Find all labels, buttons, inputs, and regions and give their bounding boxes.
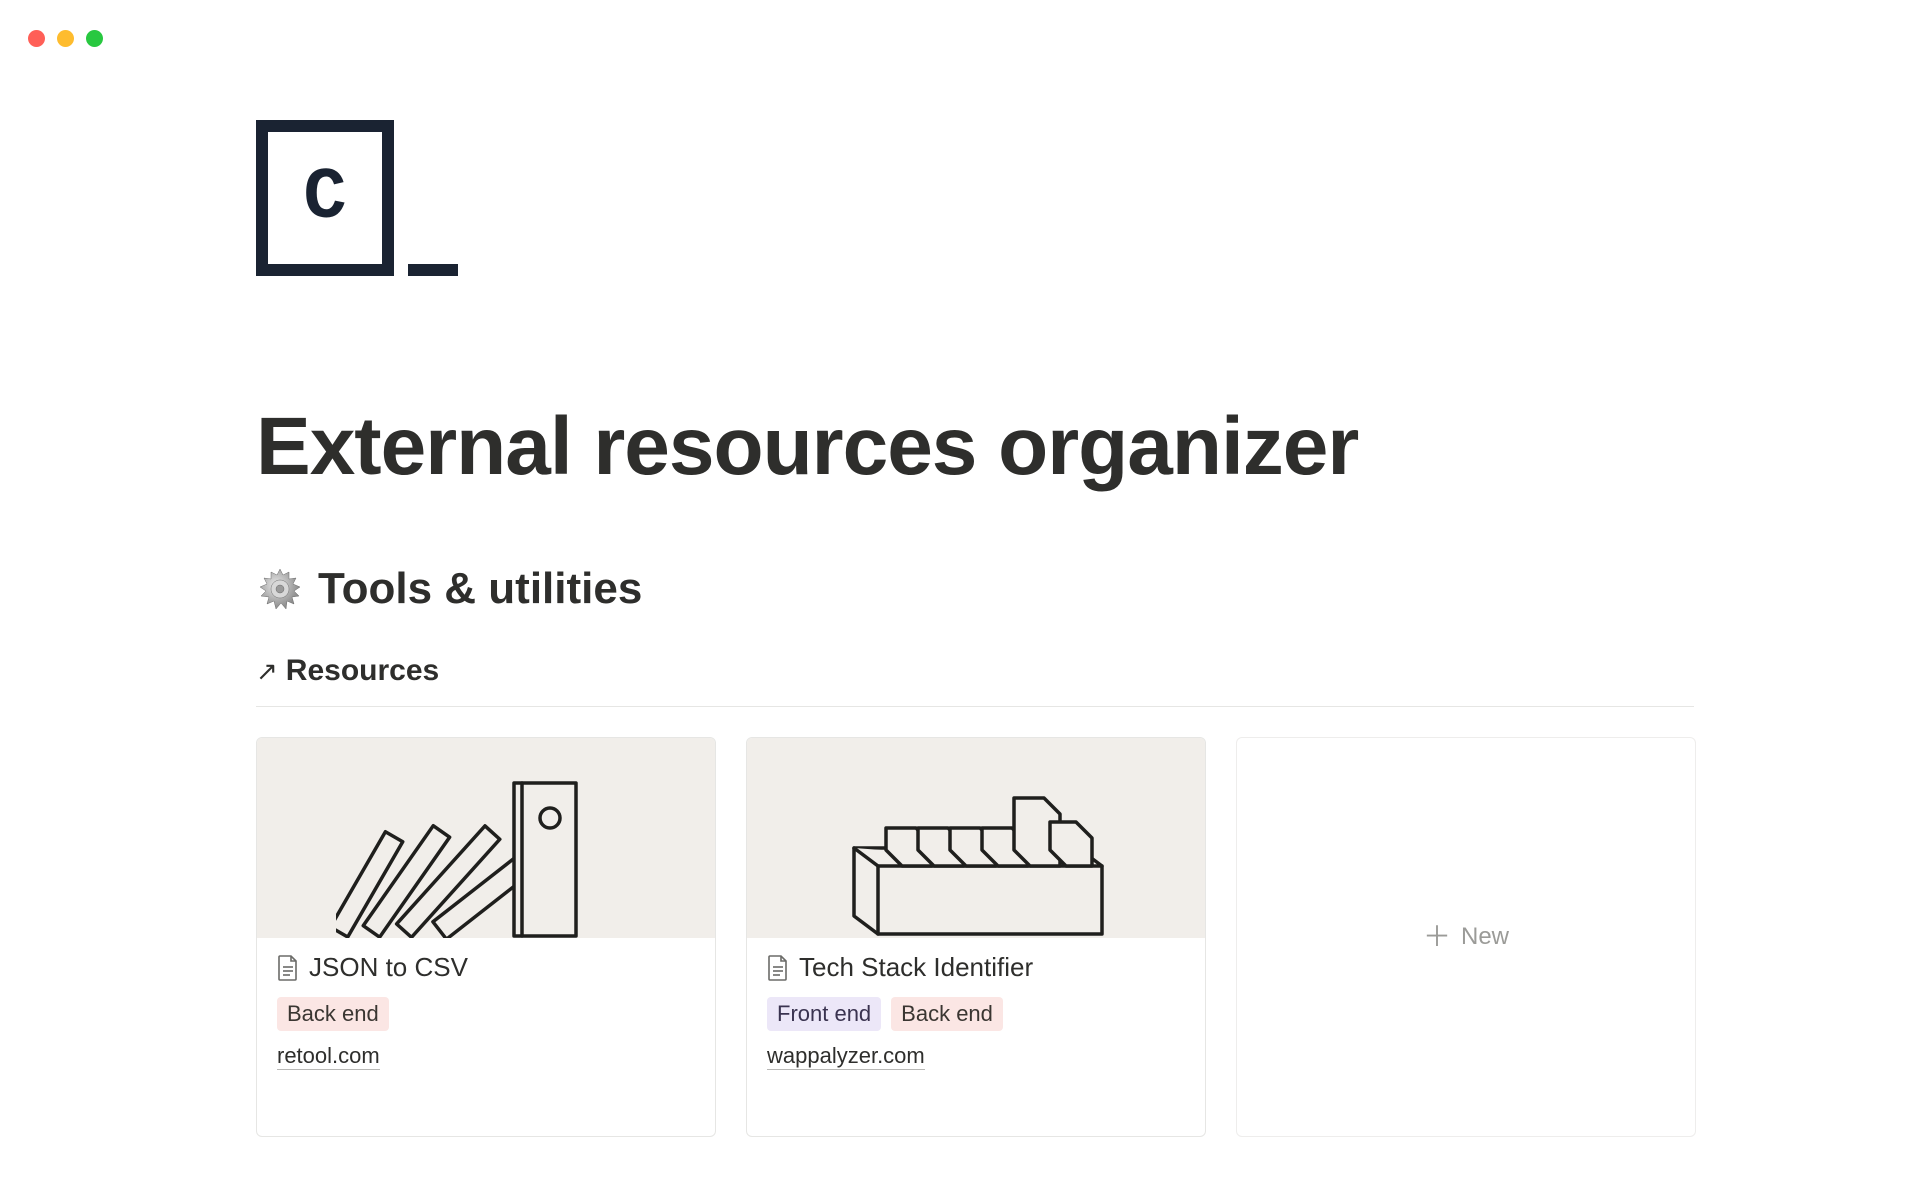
card-tags: Front end Back end <box>767 997 1185 1031</box>
document-icon <box>277 955 299 981</box>
card-cover-image <box>257 738 715 938</box>
page-logo: C <box>256 120 456 280</box>
page-title: External resources organizer <box>256 400 1696 494</box>
new-card-label: New <box>1461 923 1509 951</box>
card-title: Tech Stack Identifier <box>799 952 1033 983</box>
card-tags: Back end <box>277 997 695 1031</box>
fullscreen-window-button[interactable] <box>86 30 103 47</box>
divider <box>256 706 1694 707</box>
minimize-window-button[interactable] <box>57 30 74 47</box>
tag-backend: Back end <box>277 997 389 1031</box>
resource-card[interactable]: JSON to CSV Back end retool.com <box>256 737 716 1137</box>
section-heading: Tools & utilities <box>256 564 1696 614</box>
plus-icon: ＋ <box>1423 923 1451 951</box>
document-icon <box>767 955 789 981</box>
section-title: Tools & utilities <box>318 564 642 614</box>
tag-frontend: Front end <box>767 997 881 1031</box>
card-body: JSON to CSV Back end retool.com <box>257 938 715 1092</box>
gallery-view: JSON to CSV Back end retool.com <box>256 737 1696 1137</box>
logo-letter: C <box>303 157 346 239</box>
new-card-button[interactable]: ＋ New <box>1236 737 1696 1137</box>
close-window-button[interactable] <box>28 30 45 47</box>
window-controls <box>28 30 103 47</box>
card-url[interactable]: retool.com <box>277 1043 380 1070</box>
resource-card[interactable]: Tech Stack Identifier Front end Back end… <box>746 737 1206 1137</box>
database-title: Resources <box>286 654 439 688</box>
linked-database-header[interactable]: ↗ Resources <box>256 654 1696 688</box>
card-url[interactable]: wappalyzer.com <box>767 1043 925 1070</box>
card-body: Tech Stack Identifier Front end Back end… <box>747 938 1205 1092</box>
gear-icon <box>256 565 304 613</box>
link-arrow-icon: ↗ <box>256 658 278 684</box>
card-cover-image <box>747 738 1205 938</box>
card-title: JSON to CSV <box>309 952 468 983</box>
tag-backend: Back end <box>891 997 1003 1031</box>
